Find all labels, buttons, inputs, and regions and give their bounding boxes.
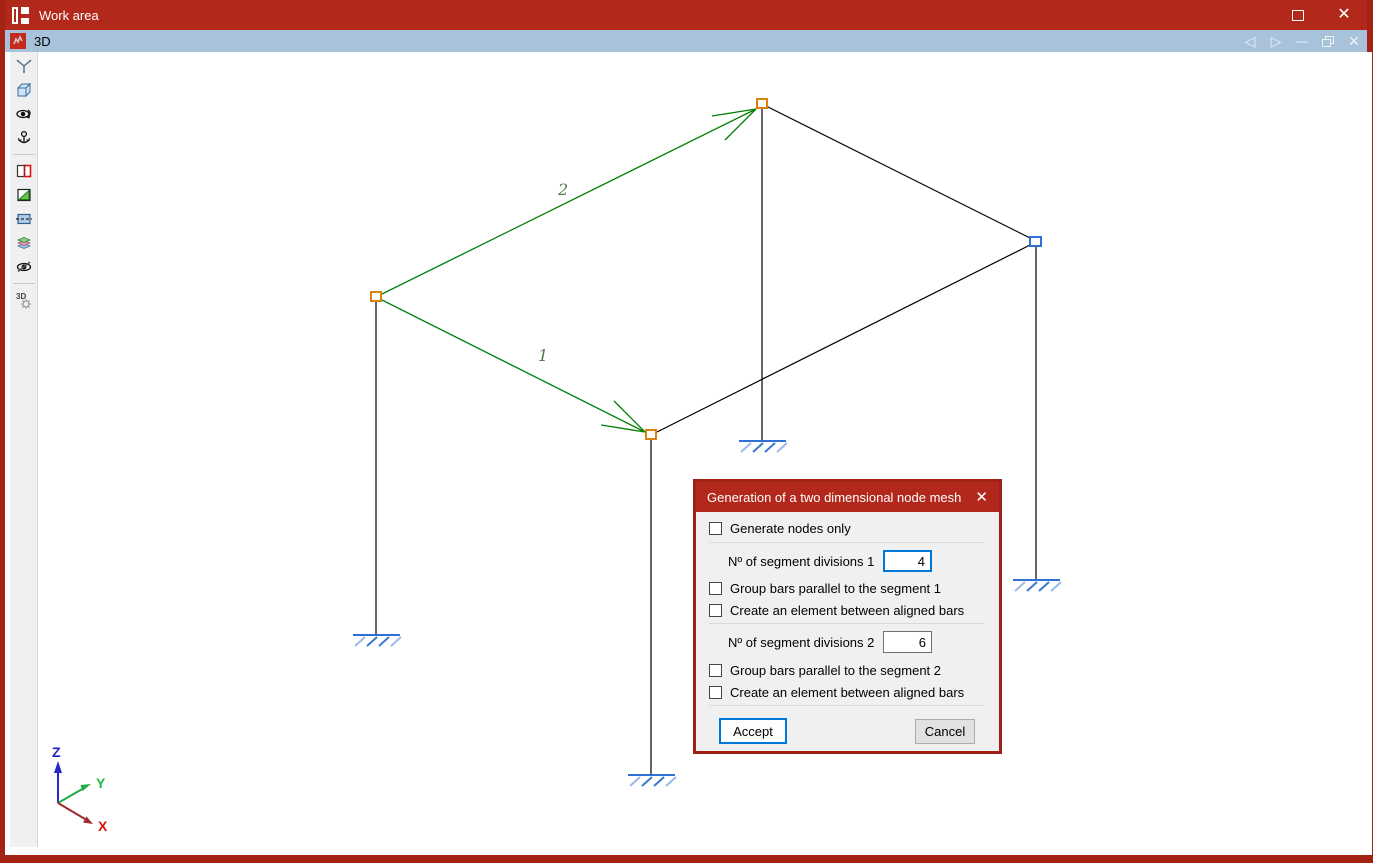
dialog-separator <box>709 623 985 624</box>
axes-triad: Z Y X <box>52 744 108 834</box>
create-element-1-checkbox[interactable] <box>709 603 722 617</box>
svg-text:3D: 3D <box>16 292 26 301</box>
divisions-2-label: Nº of segment divisions 2 <box>728 634 875 650</box>
create-element-2-row: Create an element between aligned bars <box>709 684 985 700</box>
restore-icon <box>1322 35 1334 47</box>
toolbar-separator <box>12 283 35 284</box>
3d-settings-icon[interactable]: 3D <box>11 288 37 312</box>
nav-back-button[interactable]: ◁ <box>1237 30 1263 52</box>
subwindow-title: 3D <box>34 33 51 49</box>
minimize-icon: — <box>1296 34 1308 48</box>
dialog-separator <box>709 705 985 706</box>
layers-icon[interactable] <box>11 231 37 255</box>
node-mesh-dialog: Generation of a two dimensional node mes… <box>693 479 1002 754</box>
close-icon: ✕ <box>1337 6 1351 23</box>
dialog-titlebar[interactable]: Generation of a two dimensional node mes… <box>696 482 999 512</box>
restore-button[interactable] <box>1315 30 1341 52</box>
create-element-2-checkbox[interactable] <box>709 685 722 699</box>
cube-view-icon[interactable] <box>11 78 37 102</box>
support-icon <box>1013 579 1062 592</box>
split-view-icon[interactable] <box>11 159 37 183</box>
segment-2-label: 2 <box>557 180 568 199</box>
segment-arrows <box>379 108 757 433</box>
node-marker[interactable] <box>370 291 382 302</box>
titlebar: Work area ✕ <box>5 0 1367 30</box>
3d-view-icon <box>10 33 26 49</box>
create-element-1-row: Create an element between aligned bars <box>709 602 985 618</box>
node-marker[interactable] <box>756 98 768 109</box>
window-title: Work area <box>39 7 99 23</box>
axis-y-label: Y <box>96 775 106 791</box>
generate-nodes-only-row: Generate nodes only <box>709 520 985 536</box>
divisions-2-input[interactable] <box>883 631 932 653</box>
group-bars-2-label: Group bars parallel to the segment 2 <box>730 662 942 678</box>
dialog-close-icon[interactable]: ✕ <box>975 490 988 505</box>
generate-nodes-only-checkbox[interactable] <box>709 521 722 535</box>
work-area-window: Work area ✕ 3D ◁ ▷ — ✕ 3D 1 2 Z Y X Gene… <box>0 0 1373 863</box>
dialog-separator <box>709 542 985 543</box>
group-bars-1-row: Group bars parallel to the segment 1 <box>709 580 985 596</box>
maximize-icon <box>1292 9 1304 21</box>
create-element-2-label: Create an element between aligned bars <box>730 684 965 700</box>
axis-z-label: Z <box>52 744 61 760</box>
divisions-1-row: Nº of segment divisions 1 <box>709 550 985 572</box>
segment-1-label: 1 <box>538 346 548 365</box>
support-icon <box>739 440 788 453</box>
accept-button[interactable]: Accept <box>719 718 787 744</box>
nav-forward-icon: ▷ <box>1270 32 1282 49</box>
axes-tripod-icon[interactable] <box>11 54 37 78</box>
create-element-1-label: Create an element between aligned bars <box>730 602 965 618</box>
node-marker-selected[interactable] <box>1029 236 1042 247</box>
support-icon <box>353 634 402 647</box>
toolbar-separator <box>12 154 35 155</box>
divisions-1-label: Nº of segment divisions 1 <box>728 553 875 569</box>
left-toolbar: 3D <box>10 52 38 847</box>
orbit-view-icon[interactable] <box>11 102 37 126</box>
subwindow-close-button[interactable]: ✕ <box>1341 30 1367 52</box>
close-icon: ✕ <box>1348 32 1360 49</box>
group-bars-1-label: Group bars parallel to the segment 1 <box>730 580 942 596</box>
app-logo-icon <box>12 6 29 24</box>
divisions-1-input[interactable] <box>883 550 932 572</box>
node-markers <box>370 98 1042 440</box>
section-plane-icon[interactable] <box>11 183 37 207</box>
group-bars-2-checkbox[interactable] <box>709 663 722 677</box>
divisions-2-row: Nº of segment divisions 2 <box>709 631 985 653</box>
close-button[interactable]: ✕ <box>1321 0 1367 30</box>
dialog-title: Generation of a two dimensional node mes… <box>707 489 962 505</box>
hide-elements-icon[interactable] <box>11 255 37 279</box>
axis-x-label: X <box>98 818 108 834</box>
cancel-button[interactable]: Cancel <box>915 718 975 744</box>
minimize-button[interactable]: — <box>1289 30 1315 52</box>
maximize-button[interactable] <box>1275 0 1321 30</box>
clip-plane-icon[interactable] <box>11 207 37 231</box>
group-bars-2-row: Group bars parallel to the segment 2 <box>709 662 985 678</box>
nav-forward-button[interactable]: ▷ <box>1263 30 1289 52</box>
node-marker[interactable] <box>645 429 657 440</box>
dialog-buttons: Accept Cancel <box>709 718 985 744</box>
group-bars-1-checkbox[interactable] <box>709 581 722 595</box>
support-icon <box>628 774 677 787</box>
nav-back-icon: ◁ <box>1244 32 1256 49</box>
rotate-view-icon[interactable] <box>11 126 37 150</box>
subwindow-titlebar: 3D ◁ ▷ — ✕ <box>5 30 1367 52</box>
generate-nodes-only-label: Generate nodes only <box>730 520 851 536</box>
